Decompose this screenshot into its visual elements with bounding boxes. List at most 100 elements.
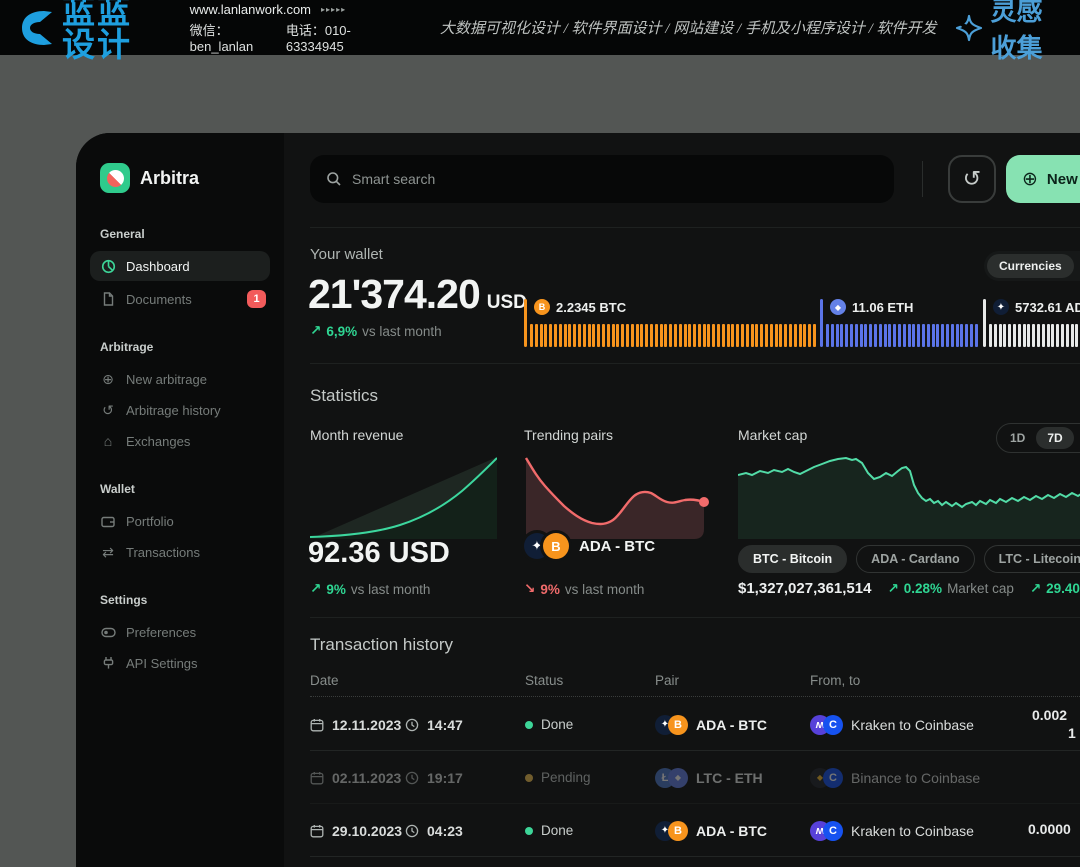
wallet-view-tabs: Currencies E (984, 251, 1080, 281)
sidebar: Arbitra General Dashboard Documents 1 Ar… (76, 133, 284, 867)
market-cap-label: Market cap (738, 427, 807, 443)
documents-badge: 1 (247, 290, 266, 308)
banner-url[interactable]: www.lanlanwork.com (190, 2, 311, 17)
nav-section-arbitrage: Arbitrage (100, 340, 266, 354)
eth-amount: 11.06 ETH (852, 300, 913, 315)
range-7d[interactable]: 7D (1036, 427, 1073, 449)
col-date: Date (310, 673, 339, 688)
topbar-divider (922, 161, 923, 197)
coinbase-icon (823, 768, 843, 788)
eth-coin-icon (830, 299, 846, 315)
coinbase-icon (823, 715, 843, 735)
transaction-history-title: Transaction history (310, 635, 453, 655)
search-input[interactable] (352, 171, 878, 187)
plus-icon: ⊕ (1022, 168, 1038, 191)
btc-amount: 2.2345 BTC (556, 300, 626, 315)
wallet-currency: USD (487, 292, 527, 313)
amount: 0.0000 (1028, 821, 1071, 837)
btc-bars (530, 324, 816, 347)
asset-pill[interactable]: LTC - Litecoin (984, 545, 1080, 573)
month-revenue-label: Month revenue (310, 427, 403, 443)
sidebar-item-transactions[interactable]: ⇄ Transactions (100, 537, 266, 567)
table-row[interactable]: 02.11.2023 19:17 Pending LTC - ETH Binan… (310, 751, 1080, 804)
nav-section-general: General (100, 227, 266, 241)
col-from-to: From, to (810, 673, 860, 688)
market-cap-chart (738, 451, 1080, 539)
ada-bars (989, 324, 1080, 347)
sidebar-item-api-settings[interactable]: API Settings (100, 648, 266, 678)
wallet-segment-btc: 2.2345 BTC (524, 299, 816, 347)
clock-icon (405, 824, 419, 838)
month-revenue-change: ↗ 9% vs last month (310, 581, 430, 597)
month-revenue-value: 92.36 USD (308, 537, 450, 570)
banner-contact: www.lanlanwork.com ▸▸▸▸▸ 微信：ben_lanlan 电… (190, 2, 382, 54)
table-row[interactable]: 29.10.2023 04:23 Done ADA - BTC Kraken t… (310, 804, 1080, 857)
eth-coin-icon (668, 768, 688, 788)
history-button[interactable]: ↺ (948, 155, 996, 203)
wallet-icon (100, 515, 116, 528)
nav-section-settings: Settings (100, 593, 266, 607)
toggle-icon (100, 627, 116, 638)
nav-section-wallet: Wallet (100, 482, 266, 496)
statistics-title: Statistics (310, 386, 378, 406)
asset-pill[interactable]: BTC - Bitcoin (738, 545, 847, 573)
inspiration-link[interactable]: 灵感收集 (955, 0, 1066, 65)
banner-wechat: 微信：ben_lanlan (190, 20, 270, 54)
section-divider (310, 363, 1080, 364)
arbitra-logo-icon (100, 163, 130, 193)
table-row[interactable]: 12.11.2023 14:47 Done ADA - BTC Kraken t… (310, 698, 1080, 751)
banner-services: 大数据可视化设计 / 软件界面设计 / 网站建设 / 手机及小程序设计 / 软件… (440, 17, 937, 38)
calendar-icon (310, 771, 324, 785)
segment-marker (820, 299, 823, 347)
ada-amount: 5732.61 ADA (1015, 300, 1080, 315)
lanlan-logo-text: 蓝蓝设计 (62, 0, 164, 61)
tab-currencies[interactable]: Currencies (987, 254, 1074, 278)
sidebar-item-arbitrage-history[interactable]: ↺ Arbitrage history (100, 395, 266, 425)
asset-pills: BTC - Bitcoin ADA - Cardano LTC - Litecoin… (738, 545, 1080, 573)
sidebar-item-portfolio[interactable]: Portfolio (100, 506, 266, 536)
btc-coin-icon (668, 715, 688, 735)
section-divider (310, 617, 1080, 618)
trend-up-icon: ↗ (887, 581, 898, 597)
sidebar-item-new-arbitrage[interactable]: ⊕ New arbitrage (100, 364, 266, 394)
section-divider (310, 227, 1080, 228)
range-1d[interactable]: 1D (999, 427, 1036, 449)
sidebar-item-documents[interactable]: Documents 1 (100, 284, 266, 314)
plus-circle-icon: ⊕ (100, 371, 116, 388)
inspiration-text: 灵感收集 (991, 0, 1066, 65)
sidebar-item-preferences[interactable]: Preferences (100, 617, 266, 647)
trending-pairs-change: ↘ 9% vs last month (524, 581, 644, 597)
swap-arrows-icon: ⇄ (100, 544, 116, 561)
col-pair: Pair (655, 673, 679, 688)
trend-up-icon: ↗ (310, 323, 321, 339)
new-arbitrage-button[interactable]: ⊕ New a (1006, 155, 1080, 203)
col-status: Status (525, 673, 563, 688)
sidebar-item-dashboard[interactable]: Dashboard (90, 251, 270, 281)
plug-icon (100, 656, 116, 670)
history-icon: ↺ (100, 402, 116, 419)
trend-up-icon: ↗ (1030, 581, 1041, 597)
status-dot (525, 827, 533, 835)
wallet-segment-ada: 5732.61 ADA (983, 299, 1080, 347)
btc-coin-icon (534, 299, 550, 315)
lanlan-logo-icon (14, 7, 56, 49)
banner-phone: 电话：010-63334945 (286, 20, 382, 54)
sidebar-item-exchanges[interactable]: ⌂ Exchanges (100, 426, 266, 456)
asset-pill[interactable]: ADA - Cardano (856, 545, 974, 573)
trend-down-icon: ↘ (524, 581, 535, 597)
btc-coin-icon (543, 533, 569, 559)
sparkle-star-icon (955, 14, 983, 42)
coinbase-icon (823, 821, 843, 841)
search-bar (310, 155, 894, 203)
table-header: Date Status Pair From, to (310, 671, 1080, 697)
wallet-balance: 21'374.20USD (308, 271, 527, 318)
status-dot (525, 774, 533, 782)
lanlan-logo[interactable]: 蓝蓝设计 (14, 0, 164, 61)
calendar-icon (310, 824, 324, 838)
dashboard-pie-icon (100, 259, 116, 274)
month-revenue-chart (310, 455, 497, 540)
range-1m[interactable]: 1M (1074, 427, 1080, 449)
app-brand[interactable]: Arbitra (100, 163, 266, 193)
amount: 1 (1068, 725, 1076, 741)
timeframe-toggle: 1D7D1M (996, 423, 1080, 453)
